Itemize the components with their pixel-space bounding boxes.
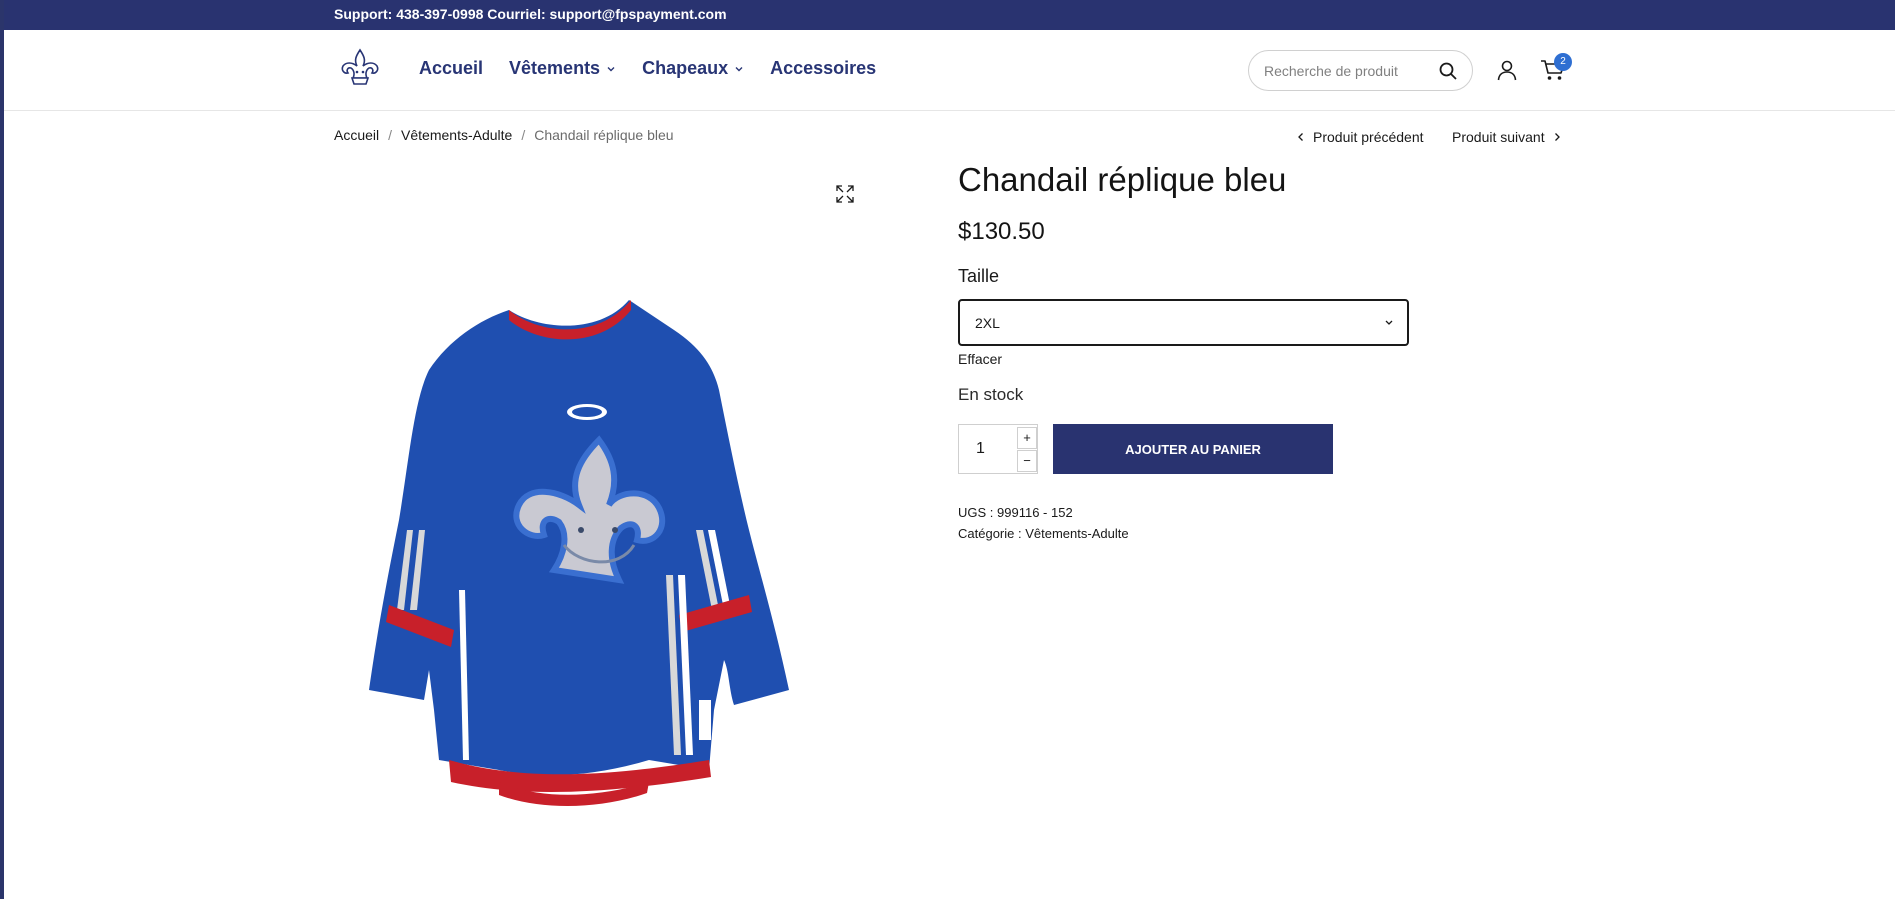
category-line: Catégorie : Vêtements-Adulte bbox=[958, 526, 1129, 541]
size-select[interactable]: 2XL bbox=[958, 299, 1409, 346]
main-nav: Accueil Vêtements Chapeaux Accessoires bbox=[419, 58, 902, 79]
sku-value: 999116 - 152 bbox=[997, 505, 1073, 520]
breadcrumb: Accueil / Vêtements-Adulte / Chandail ré… bbox=[334, 127, 674, 143]
sku-label: UGS : bbox=[958, 505, 994, 520]
next-product-link[interactable]: Produit suivant bbox=[1452, 129, 1561, 145]
sku-line: UGS : 999116 - 152 bbox=[958, 505, 1073, 520]
quantity-stepper: 1 + − bbox=[958, 424, 1038, 474]
category-label: Catégorie : bbox=[958, 526, 1022, 541]
nav-label: Accueil bbox=[419, 58, 484, 78]
search-input[interactable] bbox=[1264, 62, 1434, 79]
stock-status: En stock bbox=[958, 385, 1024, 404]
product-price: $130.50 bbox=[958, 218, 1045, 245]
nav-item-chapeaux[interactable]: Chapeaux bbox=[642, 58, 744, 79]
nav-item-accueil[interactable]: Accueil bbox=[419, 58, 483, 79]
breadcrumb-separator: / bbox=[388, 127, 393, 143]
size-label: Taille bbox=[958, 266, 1000, 286]
chevron-left-icon bbox=[1298, 133, 1303, 141]
chevron-down-icon bbox=[607, 66, 615, 71]
fleur-de-lis-logo[interactable] bbox=[338, 48, 382, 88]
nav-label: Accessoires bbox=[770, 58, 877, 78]
next-product-label: Produit suivant bbox=[1452, 129, 1545, 145]
product-search bbox=[1248, 50, 1473, 91]
support-text: Support: 438-397-0998 Courriel: support@… bbox=[334, 6, 727, 22]
product-image-jersey[interactable] bbox=[369, 290, 879, 820]
cart-count-badge: 2 bbox=[1554, 53, 1572, 71]
support-bar: Support: 438-397-0998 Courriel: support@… bbox=[4, 0, 1895, 30]
chevron-right-icon bbox=[1554, 133, 1560, 141]
previous-product-link[interactable]: Produit précédent bbox=[1297, 129, 1424, 145]
search-icon[interactable] bbox=[1438, 61, 1458, 81]
quantity-input[interactable]: 1 bbox=[976, 440, 985, 458]
breadcrumb-separator: / bbox=[521, 127, 526, 143]
breadcrumb-link[interactable]: Accueil bbox=[334, 127, 379, 143]
page: Support: 438-397-0998 Courriel: support@… bbox=[4, 0, 1895, 899]
nav-item-vetements[interactable]: Vêtements bbox=[509, 58, 616, 79]
nav-item-accessoires[interactable]: Accessoires bbox=[770, 58, 876, 79]
quantity-decrease-button[interactable]: − bbox=[1017, 450, 1037, 472]
breadcrumb-current: Chandail réplique bleu bbox=[534, 127, 674, 143]
clear-selection-link[interactable]: Effacer bbox=[958, 351, 1002, 367]
site-header: Accueil Vêtements Chapeaux Accessoires R… bbox=[4, 30, 1895, 111]
chevron-down-icon bbox=[1385, 320, 1393, 325]
size-selected-value: 2XL bbox=[975, 314, 1000, 331]
breadcrumb-link[interactable]: Vêtements-Adulte bbox=[401, 127, 512, 143]
previous-product-label: Produit précédent bbox=[1313, 129, 1424, 145]
product-title: Chandail réplique bleu bbox=[958, 161, 1287, 198]
nav-label: Chapeaux bbox=[642, 58, 729, 78]
quantity-increase-button[interactable]: + bbox=[1017, 427, 1037, 449]
fullscreen-icon[interactable] bbox=[834, 183, 856, 205]
user-icon[interactable] bbox=[1495, 58, 1519, 82]
nav-label: Vêtements bbox=[509, 58, 601, 78]
add-to-cart-button[interactable]: AJOUTER AU PANIER bbox=[1053, 424, 1333, 474]
category-link[interactable]: Vêtements-Adulte bbox=[1025, 526, 1128, 541]
chevron-down-icon bbox=[735, 66, 743, 71]
